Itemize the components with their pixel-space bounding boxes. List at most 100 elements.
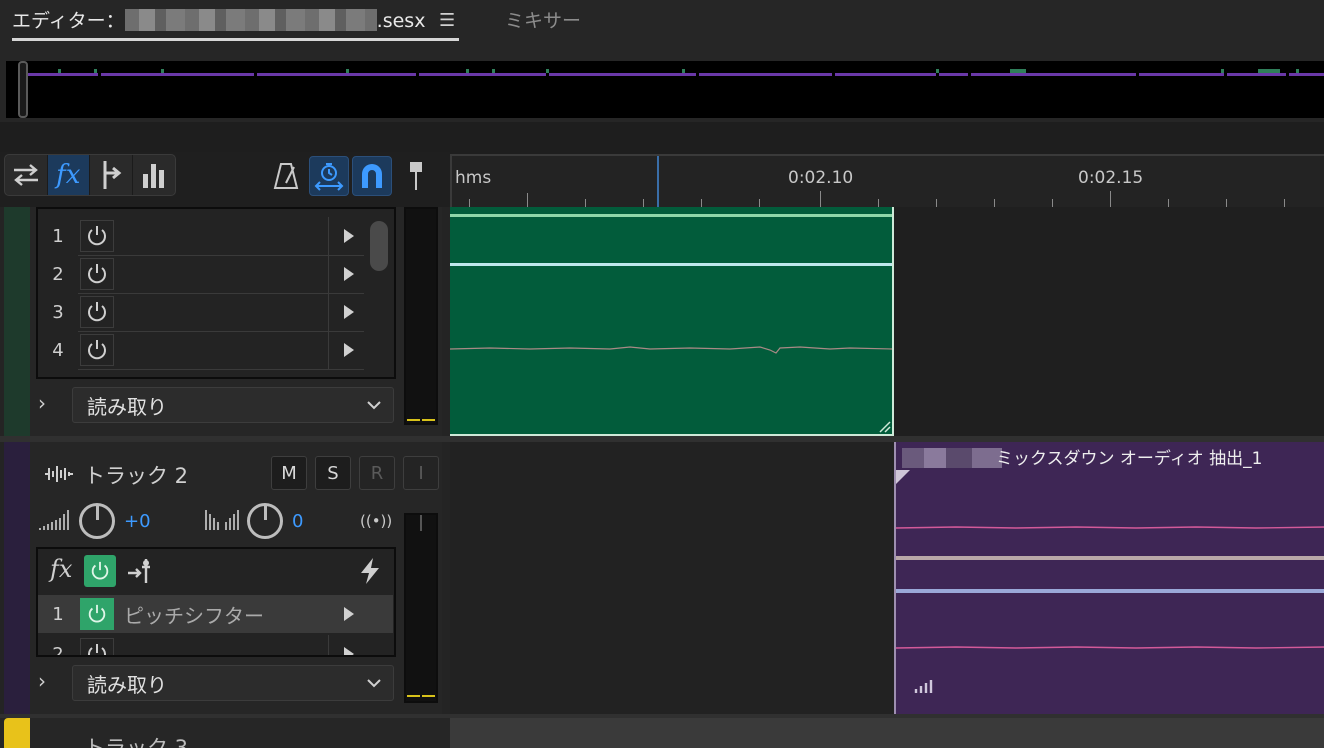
overview-range-handle[interactable]: [18, 61, 28, 118]
overview-marker: [492, 69, 495, 73]
fx-slot[interactable]: 4: [38, 331, 393, 369]
overview-gap: [936, 73, 939, 76]
clip-resize-handle-icon[interactable]: [878, 420, 892, 434]
overview-gap: [416, 73, 419, 76]
overview-gap: [968, 73, 971, 76]
snap-icon[interactable]: [352, 156, 392, 196]
fx-power-icon[interactable]: [80, 220, 114, 252]
ruler-tick: [643, 199, 644, 207]
record-arm-button[interactable]: R: [359, 456, 395, 490]
metronome-icon[interactable]: [266, 156, 306, 196]
mute-button[interactable]: M: [271, 456, 307, 490]
track2-name[interactable]: トラック 2: [84, 460, 188, 490]
fx-slot[interactable]: 2: [38, 635, 393, 655]
fx-slot-name[interactable]: ピッチシフター: [116, 595, 326, 633]
fx-play-arrow-icon[interactable]: [328, 255, 368, 293]
chevron-down-icon: [367, 679, 381, 688]
switch-icon[interactable]: [5, 155, 48, 195]
ruler-tick: [527, 193, 528, 207]
ruler-tick: [936, 199, 937, 207]
ruler-tick: [820, 191, 821, 207]
fx-play-arrow-icon[interactable]: [328, 595, 368, 633]
overview-gap: [1136, 73, 1139, 76]
track3-lane[interactable]: [450, 718, 1324, 748]
fx-slot-name[interactable]: [116, 217, 326, 255]
overview-gap: [98, 73, 101, 76]
track1-fx-rack: 1 2 3 4: [36, 207, 396, 379]
view-toggle-group: fx: [4, 154, 176, 196]
overview-clip-bar: [26, 73, 1324, 76]
track-toolbar: fx: [0, 152, 450, 207]
session-overview[interactable]: [6, 61, 1324, 118]
tab-bar: エディター： .sesx ☰ ミキサー: [0, 0, 1324, 46]
ruler-tick: [701, 199, 702, 207]
send-icon[interactable]: [90, 155, 133, 195]
redacted-clip-prefix: [902, 448, 1002, 468]
fx-slot-name[interactable]: [116, 293, 326, 331]
fx-slot[interactable]: 1: [38, 217, 393, 255]
track1-header: 1 2 3 4 › 読み取り: [30, 207, 442, 438]
expand-chevron-icon[interactable]: ›: [38, 669, 46, 693]
fx-play-arrow-icon[interactable]: [328, 635, 368, 655]
ruler-tick: [1110, 191, 1111, 207]
fx-power-icon[interactable]: [80, 258, 114, 290]
pan-value[interactable]: 0: [292, 511, 303, 532]
stretch-icon[interactable]: [309, 156, 349, 196]
fx-rack-power-icon[interactable]: [84, 555, 116, 587]
fx-play-arrow-icon[interactable]: [328, 331, 368, 369]
fx-slot-name[interactable]: [116, 331, 326, 369]
fade-in-handle-icon[interactable]: [896, 470, 912, 486]
track2-audio-clip[interactable]: ミックスダウン オーディオ 抽出_1: [894, 442, 1324, 718]
automation-mode-label: 読み取り: [87, 672, 167, 697]
volume-knob[interactable]: [79, 503, 115, 539]
fx-icon[interactable]: fx: [47, 155, 90, 195]
time-ruler[interactable]: hms 0:02.10 0:02.15: [450, 154, 1324, 209]
tab-mixer[interactable]: ミキサー: [505, 6, 581, 33]
automation-mode-label: 読み取り: [87, 394, 167, 419]
fx-play-arrow-icon[interactable]: [328, 293, 368, 331]
marker-icon[interactable]: [396, 156, 436, 196]
playhead[interactable]: [657, 156, 659, 209]
fx-power-icon[interactable]: [80, 598, 114, 630]
clip-volume-envelope[interactable]: [450, 263, 892, 266]
track2-level-meter: [404, 513, 438, 703]
fx-slot-number: 4: [52, 339, 64, 361]
track1-audio-clip[interactable]: [450, 207, 894, 436]
automation-mode-dropdown[interactable]: 読み取り: [72, 665, 394, 701]
solo-button[interactable]: S: [315, 456, 351, 490]
fx-power-icon[interactable]: [80, 334, 114, 366]
fx-rack-scrollbar[interactable]: [370, 221, 388, 271]
overview-marker: [58, 69, 61, 73]
ruler-tick: [1284, 199, 1285, 207]
level-icon[interactable]: [133, 155, 175, 195]
overview-marker: [682, 69, 685, 73]
fx-slot[interactable]: 2: [38, 255, 393, 293]
fx-slot-name[interactable]: [116, 255, 326, 293]
meter-divider: [420, 515, 422, 531]
clip-name: ミックスダウン オーディオ 抽出_1: [996, 449, 1263, 469]
fx-play-arrow-icon[interactable]: [328, 217, 368, 255]
expand-chevron-icon[interactable]: ›: [38, 391, 46, 415]
tab-menu-icon[interactable]: ☰: [439, 10, 455, 31]
output-routing-icon[interactable]: ((•)): [360, 512, 392, 530]
lightning-icon[interactable]: [358, 557, 382, 585]
volume-value[interactable]: +0: [124, 511, 151, 532]
clip-volume-envelope[interactable]: [896, 589, 1324, 593]
clip-waveform-upper: [896, 526, 1324, 529]
pre-post-fader-icon[interactable]: [126, 557, 154, 585]
track3-color-strip: [4, 718, 30, 748]
overview-marker: [1010, 69, 1026, 73]
overview-marker: [94, 69, 97, 73]
fx-power-icon[interactable]: [80, 638, 114, 655]
track3-name[interactable]: トラック 3: [84, 736, 188, 748]
automation-mode-dropdown[interactable]: 読み取り: [72, 387, 394, 423]
pan-knob[interactable]: [247, 503, 283, 539]
input-monitor-button[interactable]: I: [403, 456, 439, 490]
tab-editor[interactable]: エディター： .sesx: [12, 6, 425, 33]
fx-slot-name[interactable]: [116, 635, 326, 655]
overview-marker: [346, 69, 349, 73]
fx-power-icon[interactable]: [80, 296, 114, 328]
fx-slot-number: 2: [52, 263, 64, 285]
fx-slot[interactable]: 3: [38, 293, 393, 331]
fx-slot-selected[interactable]: 1 ピッチシフター: [38, 595, 393, 633]
